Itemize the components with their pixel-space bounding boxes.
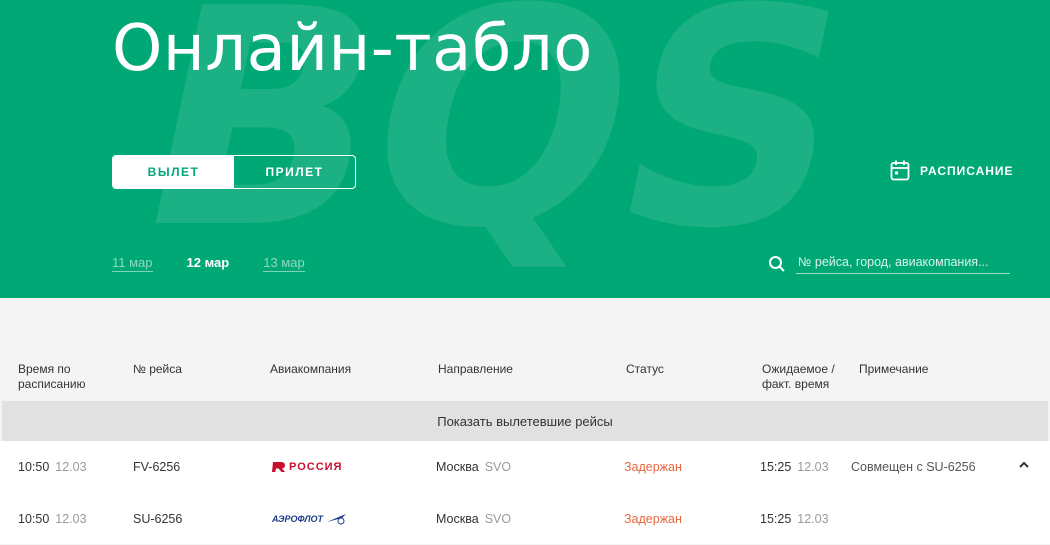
flight-note: Совмещен с SU-6256	[851, 460, 976, 474]
aeroflot-logo-icon: АЭРОФЛОТ	[272, 513, 348, 525]
scheduled-date: 12.03	[55, 512, 87, 526]
destination-city: Москва	[436, 460, 479, 474]
status-badge: Задержан	[624, 460, 682, 474]
scheduled-time: 10:50	[18, 460, 50, 474]
tab-departure[interactable]: ВЫЛЕТ	[113, 156, 234, 188]
status-badge: Задержан	[624, 512, 682, 526]
rossiya-logo-icon: РОССИЯ	[272, 461, 342, 473]
search-box	[768, 253, 1010, 274]
col-expected-time: Ожидаемое / факт. время	[762, 362, 835, 391]
direction-toggle: ВЫЛЕТ ПРИЛЕТ	[112, 155, 356, 189]
col-scheduled-time: Время по расписанию	[18, 362, 86, 391]
airline-name: АЭРОФЛОТ	[272, 514, 324, 524]
airport-code: SVO	[484, 460, 512, 474]
expected-date: 12.03	[797, 512, 829, 526]
calendar-icon	[890, 160, 910, 181]
scheduled-date: 12.03	[55, 460, 87, 474]
airline-name: РОССИЯ	[289, 461, 343, 473]
destination-city: Москва	[436, 512, 479, 526]
date-current[interactable]: 12 мар	[187, 255, 230, 272]
expected-time: 15:25	[760, 512, 792, 526]
search-input[interactable]	[796, 253, 1010, 274]
date-prev[interactable]: 11 мар	[112, 255, 153, 272]
col-note: Примечание	[859, 362, 929, 376]
schedule-label: РАСПИСАНИЕ	[920, 163, 1014, 178]
chevron-up-icon[interactable]	[1018, 459, 1030, 471]
hero-banner: BQS Онлайн-табло ВЫЛЕТ ПРИЛЕТ РАСПИСАНИЕ…	[0, 0, 1050, 298]
col-airline: Авиакомпания	[270, 362, 352, 376]
col-direction: Направление	[438, 362, 513, 376]
tab-arrival[interactable]: ПРИЛЕТ	[234, 156, 355, 188]
page-title: Онлайн-табло	[112, 12, 593, 86]
table-row[interactable]: 10:50 12.03 SU-6256 АЭРОФЛОТ Москва SVO За…	[0, 493, 1050, 544]
expected-date: 12.03	[797, 460, 829, 474]
flight-number: SU-6256	[133, 512, 183, 526]
search-icon[interactable]	[768, 255, 786, 273]
table-header: Время по расписанию № рейса Авиакомпания…	[0, 362, 1050, 398]
date-selector: 11 мар 12 мар 13 мар	[112, 255, 305, 272]
expected-time: 15:25	[760, 460, 792, 474]
show-departed-button[interactable]: Показать вылетевшие рейсы	[2, 401, 1048, 441]
date-next[interactable]: 13 мар	[263, 255, 305, 272]
col-status: Статус	[626, 362, 664, 376]
table-row[interactable]: 10:50 12.03 FV-6256 РОССИЯ Москва SVO Заде…	[0, 441, 1050, 493]
schedule-link[interactable]: РАСПИСАНИЕ	[890, 160, 1014, 181]
flight-number: FV-6256	[133, 460, 181, 474]
col-flight-number: № рейса	[133, 362, 182, 376]
airport-code: SVO	[484, 512, 512, 526]
scheduled-time: 10:50	[18, 512, 50, 526]
